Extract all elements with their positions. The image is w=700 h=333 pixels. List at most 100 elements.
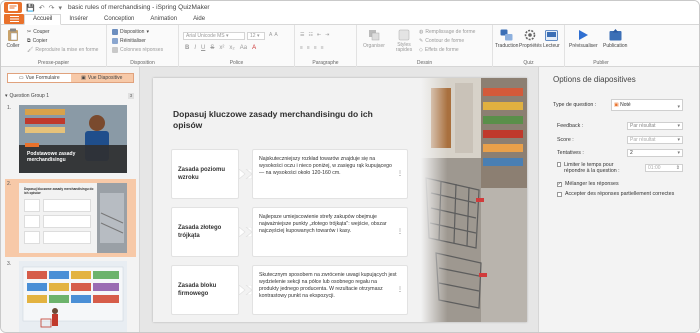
paste-label: Coller	[6, 43, 20, 49]
quick-access-dropdown-icon[interactable]: ▾	[58, 4, 62, 12]
attempts-select[interactable]: 2 ▾	[627, 149, 683, 157]
subscript-icon[interactable]: x₂	[229, 45, 234, 51]
underline-icon[interactable]: U	[201, 45, 205, 51]
publish-group: Prévisualiser Publication Publier	[565, 25, 637, 67]
match-term-card[interactable]: Zasada złotego trójkąta	[171, 207, 239, 257]
shape-fill-button[interactable]: ◍ Remplissage de forme	[419, 29, 475, 35]
undo-icon[interactable]: ↶	[39, 4, 45, 12]
play-icon	[576, 28, 590, 42]
font-family-value: Arial Unicode MS	[186, 33, 225, 39]
form-view-label: Vue Formulaire	[25, 75, 60, 81]
app-menu-button[interactable]	[4, 2, 22, 13]
time-limit-value: 01:00	[648, 165, 661, 171]
match-description-card[interactable]: Skutecznym sposobem na zwrócenie uwagi k…	[252, 265, 408, 315]
slide-view-icon: ▣	[81, 75, 86, 81]
grow-shrink-font-buttons[interactable]: AA	[269, 32, 278, 38]
score-select[interactable]: Par résultat ▾	[627, 136, 683, 144]
file-tab[interactable]	[4, 14, 24, 24]
increase-indent-icon[interactable]: ⇥	[325, 32, 329, 38]
shuffle-answers-label: Mélanger les réponses	[565, 181, 619, 187]
slide-view-button[interactable]: ▣ Vue Diapositive	[70, 74, 133, 82]
redo-icon[interactable]: ↷	[49, 4, 55, 12]
font-color-icon[interactable]: A	[252, 45, 256, 51]
slide-thumbnail-photo	[19, 261, 127, 332]
match-term-card[interactable]: Zasada poziomu wzroku	[171, 149, 239, 199]
slide-title[interactable]: Dopasuj kluczowe zasady merchandisingu d…	[173, 109, 373, 131]
shape-outline-button[interactable]: ✎ Contour de forme	[419, 38, 464, 44]
cut-button[interactable]: ✂ Couper	[27, 29, 50, 35]
numbered-list-icon[interactable]: ☷	[308, 32, 312, 38]
slide-thumbnail: Dopasuj kluczowe zasady merchandisingu d…	[19, 183, 127, 253]
attempts-row: Tentatives :	[557, 150, 584, 156]
preview-label: Prévisualiser	[569, 43, 598, 49]
drag-handle-icon[interactable]: ⋮	[397, 229, 403, 236]
time-limit-input[interactable]: 01:00 ⇕	[645, 164, 683, 172]
slide: Dopasuj kluczowe zasady merchandisingu d…	[153, 78, 527, 322]
slide-list-item[interactable]: 1. Podstawowe zasady merchandisingu	[5, 103, 136, 177]
match-term-text: Zasada poziomu wzroku	[178, 167, 226, 181]
layout-button[interactable]: Disposition ▾	[112, 29, 149, 35]
match-description-card[interactable]: Najlepsze umiejscowienie strefy zakupów …	[252, 207, 408, 257]
grow-font-icon: A	[269, 32, 273, 38]
format-painter-button[interactable]: 🖌 Reproduire la mise en forme	[27, 47, 98, 53]
copy-button[interactable]: ⧉ Copier	[27, 38, 47, 44]
slide-options-panel: Options de diapositives Type de question…	[538, 67, 699, 332]
quiz-group: Traduction Propriétés Lecteur Quiz	[493, 25, 565, 67]
drag-handle-icon[interactable]: ⋮	[397, 171, 403, 178]
shuffle-answers-checkbox[interactable]: ✓	[557, 181, 562, 187]
limit-time-checkbox[interactable]	[557, 162, 561, 167]
organize-button[interactable]: Organiser	[363, 28, 385, 49]
player-button[interactable]: Lecteur	[543, 28, 560, 49]
bullet-list-icon[interactable]: ☰	[300, 32, 304, 38]
align-left-icon[interactable]: ≡	[300, 45, 303, 51]
question-type-select[interactable]: ▣ Noté ▾	[611, 99, 683, 111]
tab-accueil[interactable]: Accueil	[24, 14, 62, 25]
publish-button[interactable]: Publication	[603, 28, 627, 49]
layout-label: Disposition	[120, 29, 145, 35]
thumb-card	[43, 231, 91, 244]
limit-time-label: Limiter le temps pour répondre à la ques…	[564, 162, 620, 174]
justify-icon[interactable]: ≡	[321, 45, 324, 51]
format-painter-label: Reproduire la mise en forme	[35, 47, 99, 53]
font-size-select[interactable]: 12 ▾	[247, 32, 265, 40]
slide-list-item-selected[interactable]: 2. Dopasuj kluczowe zasady merchandising…	[5, 179, 136, 257]
tab-aide[interactable]: Aide	[185, 15, 213, 24]
bold-icon[interactable]: B	[185, 45, 189, 51]
font-family-select[interactable]: Arial Unicode MS ▾	[183, 32, 245, 40]
tab-animation[interactable]: Animation	[142, 15, 185, 24]
drag-handle-icon[interactable]: ⋮	[397, 287, 403, 294]
align-right-icon[interactable]: ≡	[314, 45, 317, 51]
form-view-icon: ▭	[18, 75, 24, 81]
superscript-icon[interactable]: x²	[219, 45, 224, 51]
paste-button[interactable]: Coller	[6, 28, 20, 49]
italic-icon[interactable]: I	[194, 45, 196, 51]
properties-label: Propriétés	[519, 43, 542, 49]
title-bar: 💾 ↶ ↷ ▾ basic rules of merchandising - i…	[1, 1, 699, 14]
save-icon[interactable]: 💾	[26, 4, 35, 12]
question-group-header[interactable]: ▾ Question Group 1 3	[5, 92, 136, 100]
slide-thumbnail	[19, 261, 127, 332]
match-description-card[interactable]: Najskuteczniejszy rozkład towarów znajdu…	[252, 149, 408, 199]
decrease-indent-icon[interactable]: ⇤	[317, 32, 321, 38]
answer-columns-label: Colonnes réponses	[120, 47, 164, 53]
tab-conception[interactable]: Conception	[96, 15, 142, 24]
shape-effects-button[interactable]: ◇ Effets de forme	[419, 47, 459, 53]
properties-button[interactable]: Propriétés	[519, 28, 542, 49]
view-switcher: ▭ Vue Formulaire ▣ Vue Diapositive	[7, 73, 134, 83]
accept-partial-checkbox[interactable]	[557, 191, 562, 197]
align-center-icon[interactable]: ≡	[307, 45, 310, 51]
preview-button[interactable]: Prévisualiser	[569, 28, 598, 49]
reset-button[interactable]: Réinitialiser	[112, 38, 146, 44]
match-term-card[interactable]: Zasada bloku firmowego	[171, 265, 239, 315]
change-case-icon[interactable]: Aa	[240, 45, 247, 51]
form-view-button[interactable]: ▭ Vue Formulaire	[8, 74, 71, 82]
feedback-select[interactable]: Par résultat ▾	[627, 122, 683, 130]
quick-styles-label: Styles rapides	[395, 42, 413, 53]
answer-columns-button[interactable]: Colonnes réponses	[112, 47, 163, 53]
quick-styles-button[interactable]: Styles rapides	[393, 28, 415, 53]
translation-button[interactable]: Traduction	[495, 28, 518, 49]
tab-inserer[interactable]: Insérer	[61, 15, 96, 24]
score-row: Score :	[557, 137, 574, 143]
strikethrough-icon[interactable]: S	[210, 45, 214, 51]
slide-list-item[interactable]: 3.	[5, 259, 136, 332]
